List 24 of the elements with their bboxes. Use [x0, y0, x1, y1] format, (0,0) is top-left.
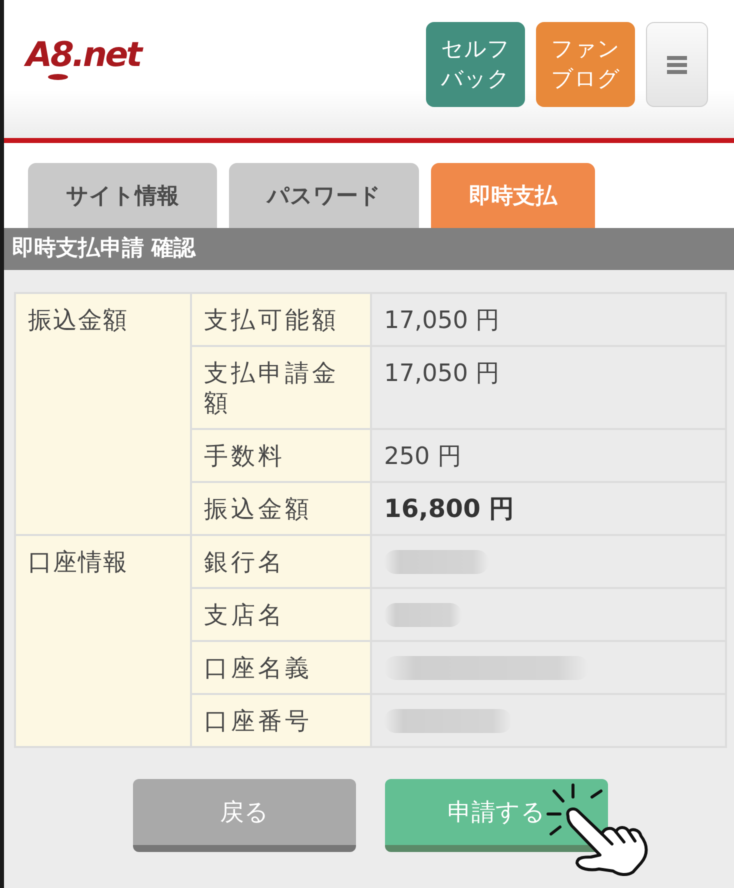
table-cell: 250 円 [371, 429, 726, 482]
menu-icon [667, 54, 687, 74]
row-header: 振込金額 [191, 482, 371, 535]
row-group-header: 口座情報 [15, 535, 191, 747]
row-header: 支店名 [191, 588, 371, 641]
tab[interactable]: サイト情報 [28, 163, 217, 228]
header-link-button[interactable]: ファンブログ [536, 22, 635, 107]
row-header: 口座名義 [191, 641, 371, 694]
row-header: 支払申請金額 [191, 346, 371, 429]
row-header: 銀行名 [191, 535, 371, 588]
row-header: 手数料 [191, 429, 371, 482]
tab[interactable]: 即時支払 [431, 163, 595, 228]
row-group-header: 振込金額 [15, 293, 191, 535]
tab[interactable]: パスワード [229, 163, 419, 228]
row-header: 口座番号 [191, 694, 371, 747]
table-cell: 17,050 円 [371, 346, 726, 429]
menu-button[interactable] [646, 22, 708, 107]
table-cell: 17,050 円 [371, 293, 726, 346]
logo[interactable]: A8.net [26, 38, 140, 80]
back-button[interactable]: 戻る [133, 779, 356, 852]
section-title: 即時支払申請 確認 [4, 228, 734, 270]
header-link-button[interactable]: セルフバック [426, 22, 525, 107]
row-header: 支払可能額 [191, 293, 371, 346]
table-cell: 16,800 円 [371, 482, 726, 535]
